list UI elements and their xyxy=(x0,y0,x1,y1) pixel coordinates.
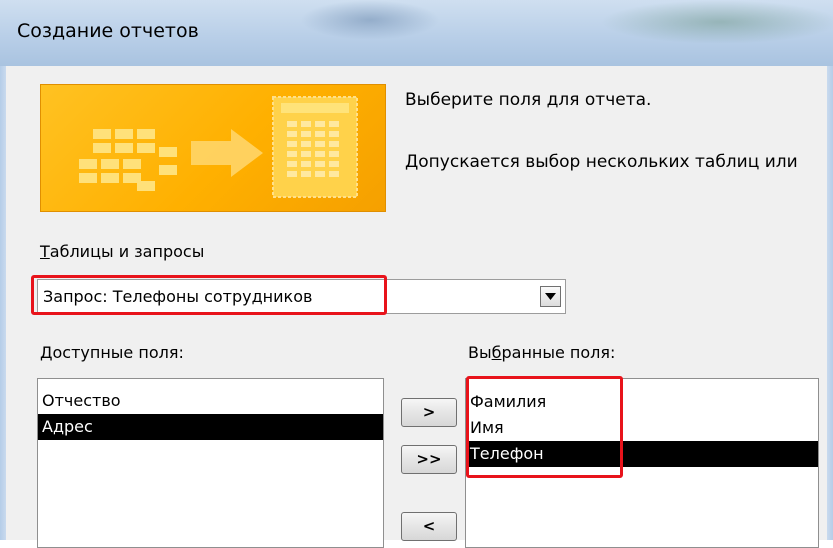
window-title: Создание отчетов xyxy=(17,20,199,42)
accelerator-key: Д xyxy=(40,343,53,362)
wizard-banner-image xyxy=(40,84,386,212)
remove-field-button[interactable]: < xyxy=(401,512,457,541)
accelerator-key: Т xyxy=(40,242,50,261)
instruction-text: Выберите поля для отчета. xyxy=(405,90,652,110)
label-prefix: Вы xyxy=(468,343,492,362)
selected-fields-label: Выбранные поля: xyxy=(468,343,615,362)
dropdown-arrow-button[interactable] xyxy=(540,286,561,307)
available-fields-list[interactable]: Отчество Адрес xyxy=(37,378,384,548)
label-rest: оступные поля: xyxy=(52,343,184,362)
label-rest: ранные поля: xyxy=(501,343,616,362)
background-blur xyxy=(300,0,440,40)
list-item-selected[interactable]: Адрес xyxy=(38,414,383,440)
highlight-box xyxy=(31,275,387,315)
tables-queries-label: Таблицы и запросы xyxy=(40,242,204,261)
title-bar: Создание отчетов xyxy=(0,0,833,66)
instruction-text-secondary: Допускается выбор нескольких таблиц или xyxy=(405,152,798,172)
chevron-down-icon xyxy=(545,293,556,300)
add-field-button[interactable]: > xyxy=(401,398,457,427)
highlight-box xyxy=(466,376,623,478)
list-item[interactable]: Отчество xyxy=(38,388,383,414)
accelerator-key: б xyxy=(491,343,502,362)
report-wizard-icon xyxy=(79,96,358,198)
available-fields-label: Доступные поля: xyxy=(40,343,184,362)
window-frame-right xyxy=(827,66,833,540)
label-rest: аблицы и запросы xyxy=(49,242,205,261)
add-all-fields-button[interactable]: >> xyxy=(401,445,457,474)
background-blur xyxy=(600,0,833,44)
